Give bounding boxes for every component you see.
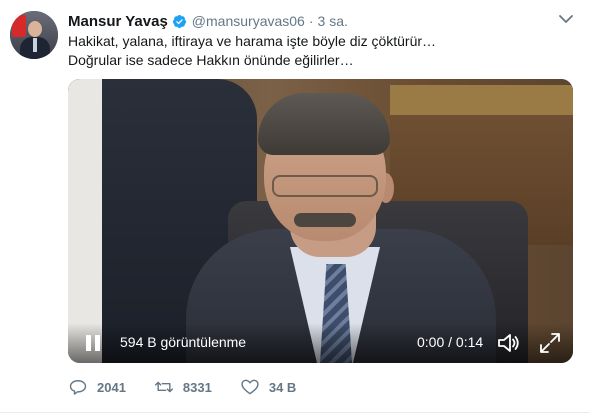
pause-icon[interactable] [82, 332, 104, 354]
reply-icon [69, 380, 87, 395]
separator-dot: · [308, 13, 314, 29]
avatar-head [28, 21, 42, 37]
like-count: 34 B [268, 379, 297, 395]
scene-picture-frame [390, 85, 573, 115]
like-button[interactable]: 34 B [240, 377, 296, 397]
tweet[interactable]: Mansur Yavaş @mansuryavas06 · 3 sa. Haki… [0, 0, 590, 413]
verified-badge-icon [172, 14, 187, 29]
avatar-tie [33, 38, 37, 52]
reply-count: 2041 [97, 379, 126, 395]
retweet-count: 8331 [182, 379, 212, 395]
avatar[interactable] [10, 11, 58, 59]
video-frame [68, 79, 573, 363]
retweet-button[interactable]: 8331 [154, 377, 212, 397]
video-player[interactable]: 594 B görüntülenme 0:00 / 0:14 [68, 79, 573, 363]
tweet-actions: 2041 8331 34 B [68, 375, 324, 399]
tweet-text: Hakikat, yalana, iftiraya ve harama işte… [68, 32, 436, 70]
scene-hair [258, 93, 390, 155]
tweet-text-line: Hakikat, yalana, iftiraya ve harama işte… [68, 33, 437, 49]
timestamp[interactable]: 3 sa. [318, 13, 348, 29]
view-count: 594 B görüntülenme [120, 334, 247, 350]
tweet-text-line: Doğrular ise sadece Hakkın önünde eğilir… [68, 52, 354, 68]
heart-icon [241, 379, 259, 395]
scene-mustache [294, 213, 356, 227]
retweet-icon [154, 381, 173, 393]
reply-button[interactable]: 2041 [68, 377, 126, 397]
tweet-header: Mansur Yavaş @mansuryavas06 · 3 sa. [68, 11, 348, 31]
author-handle[interactable]: @mansuryavas06 [192, 13, 305, 29]
fullscreen-icon[interactable] [538, 331, 562, 355]
avatar-flag [12, 15, 26, 37]
volume-icon[interactable] [496, 331, 522, 355]
scene-glasses [272, 175, 378, 197]
video-timecode: 0:00 / 0:14 [417, 334, 484, 350]
scene-white-edge [68, 79, 102, 363]
video-controls: 594 B görüntülenme 0:00 / 0:14 [68, 323, 573, 363]
author-name[interactable]: Mansur Yavaş [68, 13, 168, 30]
chevron-down-icon[interactable] [557, 12, 575, 26]
